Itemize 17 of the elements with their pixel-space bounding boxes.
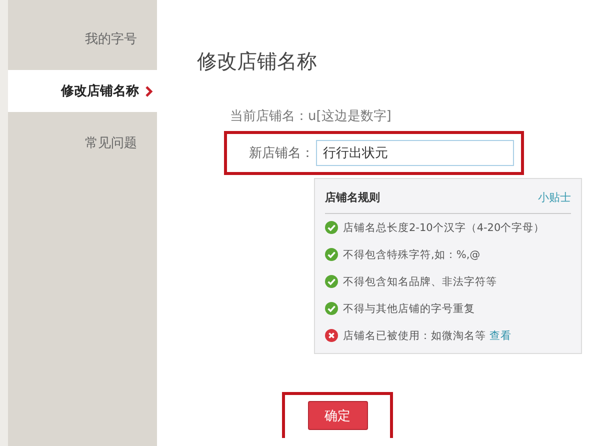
tip-link[interactable]: 小贴士: [538, 190, 571, 205]
sidebar-item[interactable]: 常见问题: [8, 112, 157, 174]
chevron-right-icon: [145, 86, 153, 96]
sidebar-item[interactable]: 我的字号: [8, 8, 157, 70]
sidebar-item[interactable]: 修改店铺名称: [8, 70, 157, 112]
field-label: 新店铺名：: [249, 145, 314, 162]
rule-text: 不得包含知名品牌、非法字符等: [343, 274, 497, 288]
confirm-button[interactable]: 确定: [308, 401, 368, 430]
current-name-text: 当前店铺名：u[这边是数字]: [230, 108, 392, 125]
rule-text: 店铺名已被使用：如微淘名等 查看: [343, 328, 512, 342]
panel-title: 店铺名规则: [325, 190, 380, 205]
input-field[interactable]: 行行出状元: [316, 140, 514, 166]
view-link[interactable]: 查看: [489, 330, 512, 342]
rule-text: 不得包含特殊字符,如：%,@: [343, 248, 480, 262]
rule-text: 不得与其他店铺的字号重复: [343, 302, 475, 316]
rule-text: 店铺名总长度2-10个汉字（4-20个字母）: [343, 220, 545, 234]
page-title: 修改店铺名称: [197, 48, 318, 75]
